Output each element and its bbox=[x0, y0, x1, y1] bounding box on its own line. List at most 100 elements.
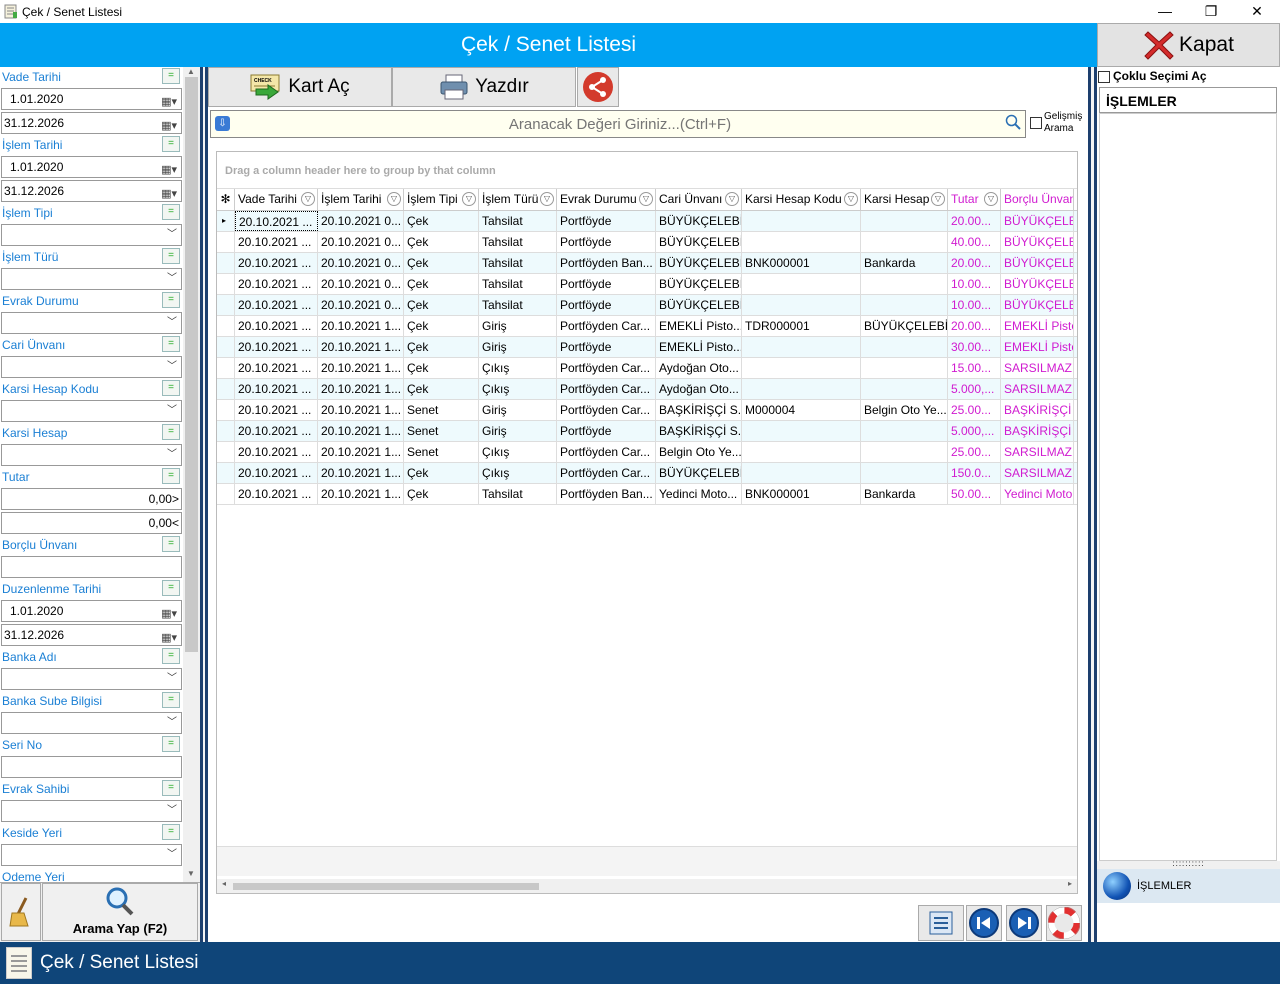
table-row[interactable]: 20.10.2021 ... 20.10.2021 0... Çek Tahsilat… bbox=[217, 274, 1077, 295]
table-cell[interactable] bbox=[861, 421, 948, 441]
table-cell[interactable]: 20.10.2021 1... bbox=[318, 316, 404, 336]
chevron-down-icon[interactable]: ﹀ bbox=[167, 225, 177, 245]
table-cell[interactable] bbox=[742, 358, 861, 378]
column-header[interactable]: Cari Ünvanı ▽ bbox=[656, 189, 742, 210]
table-cell[interactable]: Tahsilat bbox=[479, 274, 557, 294]
table-cell[interactable]: 5.000,... bbox=[948, 421, 1001, 441]
table-cell[interactable]: 30.00... bbox=[948, 337, 1001, 357]
table-row[interactable]: ▸ 20.10.2021 ... 20.10.2021 0... Çek Tahsila… bbox=[217, 211, 1077, 232]
table-cell[interactable]: 20.10.2021 ... bbox=[235, 421, 318, 441]
table-cell[interactable]: 20.10.2021 ... bbox=[235, 232, 318, 252]
table-cell[interactable]: Çek bbox=[404, 316, 479, 336]
table-cell[interactable] bbox=[861, 463, 948, 483]
filter-icon[interactable]: ▽ bbox=[639, 192, 653, 206]
grid-horizontal-scrollbar[interactable]: ◂ ▸ bbox=[217, 879, 1077, 893]
table-cell[interactable] bbox=[861, 274, 948, 294]
column-header[interactable]: Vade Tarihi ▽ bbox=[235, 189, 318, 210]
table-cell[interactable]: 20.10.2021 ... bbox=[235, 379, 318, 399]
first-record-button[interactable] bbox=[966, 905, 1002, 941]
row-selector[interactable] bbox=[217, 442, 235, 462]
evrak-sahibi-operator-icon[interactable]: = bbox=[162, 780, 180, 796]
calendar-dropdown-icon[interactable]: ▦▾ bbox=[161, 184, 177, 204]
table-cell[interactable]: Portföyden Ban... bbox=[557, 253, 656, 273]
table-cell[interactable]: SARSILMAZ bbox=[1001, 463, 1074, 483]
advanced-search-checkbox[interactable] bbox=[1030, 117, 1042, 129]
table-row[interactable]: 20.10.2021 ... 20.10.2021 1... Çek Çıkış Por… bbox=[217, 379, 1077, 400]
row-selector[interactable] bbox=[217, 484, 235, 504]
group-panel[interactable]: Drag a column header here to group by th… bbox=[217, 152, 1077, 189]
filter-panel-scrollbar[interactable]: ▲ ▼ bbox=[183, 67, 200, 882]
search-input[interactable] bbox=[235, 111, 1005, 137]
table-cell[interactable]: 20.10.2021 ... bbox=[235, 337, 318, 357]
islemler-group-item[interactable]: İŞLEMLER bbox=[1097, 869, 1280, 903]
table-row[interactable]: 20.10.2021 ... 20.10.2021 1... Çek Giriş Por… bbox=[217, 337, 1077, 358]
clear-filters-button[interactable] bbox=[1, 883, 41, 941]
table-cell[interactable]: 150.0... bbox=[948, 463, 1001, 483]
table-cell[interactable]: Portföyde bbox=[557, 421, 656, 441]
column-header[interactable]: İşlem Türü ▽ bbox=[479, 189, 557, 210]
table-cell[interactable]: BAŞKİRİŞÇİ S bbox=[1001, 400, 1074, 420]
share-button[interactable] bbox=[577, 67, 619, 107]
help-button[interactable] bbox=[1046, 905, 1082, 941]
keside-yeri-select[interactable]: ﹀ bbox=[1, 844, 182, 866]
table-cell[interactable]: Portföyden Car... bbox=[557, 358, 656, 378]
table-cell[interactable]: Portföyden Car... bbox=[557, 400, 656, 420]
table-cell[interactable]: BÜYÜKÇELEBİ bbox=[1001, 232, 1074, 252]
row-selector[interactable] bbox=[217, 400, 235, 420]
calendar-dropdown-icon[interactable]: ▦▾ bbox=[161, 160, 177, 180]
table-cell[interactable]: Çıkış bbox=[479, 442, 557, 462]
table-cell[interactable]: 20.10.2021 1... bbox=[318, 400, 404, 420]
islem-tarihi-operator-icon[interactable]: = bbox=[162, 136, 180, 152]
minimize-button[interactable]: — bbox=[1142, 0, 1188, 23]
table-cell[interactable]: Belgin Oto Ye... bbox=[861, 400, 948, 420]
table-cell[interactable]: Senet bbox=[404, 421, 479, 441]
chevron-down-icon[interactable]: ﹀ bbox=[167, 269, 177, 289]
islem-turu-operator-icon[interactable]: = bbox=[162, 248, 180, 264]
table-cell[interactable]: Portföyde bbox=[557, 232, 656, 252]
chevron-down-icon[interactable]: ﹀ bbox=[167, 669, 177, 689]
table-cell[interactable]: 20.10.2021 0... bbox=[318, 232, 404, 252]
table-cell[interactable] bbox=[742, 232, 861, 252]
table-cell[interactable]: 20.10.2021 ... bbox=[235, 358, 318, 378]
table-cell[interactable]: Portföyden Car... bbox=[557, 463, 656, 483]
table-cell[interactable] bbox=[861, 232, 948, 252]
table-cell[interactable]: 10.00... bbox=[948, 295, 1001, 315]
row-selector[interactable] bbox=[217, 463, 235, 483]
panel-resize-handle[interactable]: :::::::::: bbox=[1097, 860, 1280, 869]
filter-icon[interactable]: ▽ bbox=[725, 192, 739, 206]
table-cell[interactable]: 15.00... bbox=[948, 358, 1001, 378]
table-cell[interactable]: EMEKLİ Pisto... bbox=[656, 337, 742, 357]
column-header[interactable]: Evrak Durumu ▽ bbox=[557, 189, 656, 210]
table-cell[interactable] bbox=[742, 463, 861, 483]
table-cell[interactable] bbox=[742, 274, 861, 294]
column-header[interactable]: Karsi Hesap ▽ bbox=[861, 189, 948, 210]
row-selector[interactable] bbox=[217, 379, 235, 399]
table-cell[interactable]: 20.10.2021 1... bbox=[318, 442, 404, 462]
table-row[interactable]: 20.10.2021 ... 20.10.2021 0... Çek Tahsilat… bbox=[217, 253, 1077, 274]
islem-tarihi-from-field[interactable]: 1.01.2020 ▦▾ bbox=[1, 156, 182, 178]
table-cell[interactable]: Çek bbox=[404, 379, 479, 399]
column-header[interactable]: Borçlu Ünvanı bbox=[1001, 189, 1074, 210]
table-cell[interactable]: 20.10.2021 0... bbox=[318, 253, 404, 273]
table-cell[interactable]: BAŞKİRİŞÇİ S... bbox=[656, 400, 742, 420]
table-cell[interactable]: 20.10.2021 0... bbox=[318, 211, 404, 231]
evrak-durumu-operator-icon[interactable]: = bbox=[162, 292, 180, 308]
cari-unvani-select[interactable]: ﹀ bbox=[1, 356, 182, 378]
table-cell[interactable]: 20.10.2021 ... bbox=[235, 253, 318, 273]
vade-tarihi-to-field[interactable]: 31.12.2026 ▦▾ bbox=[1, 112, 182, 134]
table-cell[interactable]: Tahsilat bbox=[479, 232, 557, 252]
table-cell[interactable]: 20.10.2021 ... bbox=[235, 274, 318, 294]
table-cell[interactable]: Portföyden Ban... bbox=[557, 484, 656, 504]
filter-icon[interactable]: ▽ bbox=[984, 192, 998, 206]
table-cell[interactable]: 20.10.2021 0... bbox=[318, 274, 404, 294]
row-selector[interactable] bbox=[217, 232, 235, 252]
search-button[interactable]: Arama Yap (F2) bbox=[42, 883, 198, 941]
row-selector[interactable] bbox=[217, 295, 235, 315]
table-cell[interactable]: Yedinci Moto bbox=[1001, 484, 1074, 504]
download-icon[interactable]: ⇩ bbox=[215, 116, 230, 131]
table-cell[interactable]: Yedinci Moto... bbox=[656, 484, 742, 504]
maximize-button[interactable]: ❐ bbox=[1188, 0, 1234, 23]
table-cell[interactable]: 20.10.2021 ... bbox=[235, 211, 318, 231]
islem-tipi-operator-icon[interactable]: = bbox=[162, 204, 180, 220]
table-cell[interactable]: Çek bbox=[404, 274, 479, 294]
